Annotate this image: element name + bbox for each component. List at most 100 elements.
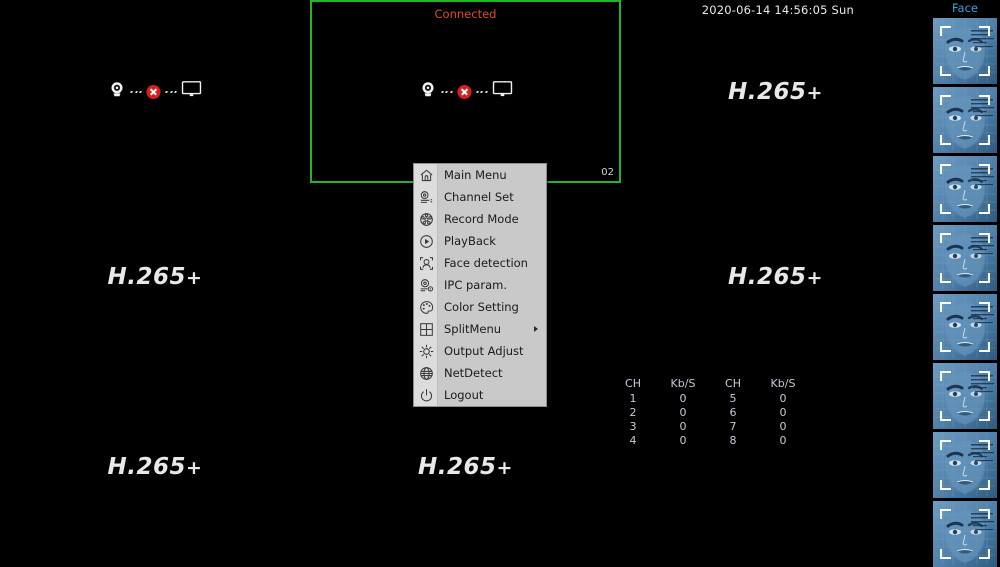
menu-item-ipc-param[interactable]: IPC param. — [414, 274, 546, 296]
net-stats-header-row: CH Kb/S CH Kb/S — [612, 377, 812, 392]
menu-item-record-mode[interactable]: Record Mode — [414, 208, 546, 230]
logout-icon — [414, 384, 438, 406]
net-stats-row: 1050 — [612, 392, 812, 406]
net-stats-channel: 7 — [729, 420, 737, 433]
link-status-indicator — [419, 81, 512, 103]
codec-watermark: H.265+ — [418, 454, 513, 480]
net-stats-row: 4 0 8 0 — [612, 434, 812, 448]
disconnect-x-icon — [457, 84, 471, 99]
codec-watermark: H.265+ — [108, 264, 203, 290]
video-cell-6[interactable]: H.265+ — [621, 183, 930, 371]
net-stats-rate: 0 — [679, 434, 687, 447]
codec-plus: + — [186, 457, 203, 479]
net-stats-channel: 8 — [729, 434, 737, 447]
menu-item-main-menu[interactable]: Main Menu — [414, 164, 546, 186]
link-status-indicator — [109, 81, 202, 103]
menu-item-color-setting[interactable]: Color Setting — [414, 296, 546, 318]
color-setting-icon — [414, 296, 438, 318]
face-panel-title: Face — [951, 1, 978, 15]
codec-label: H.265 — [107, 264, 187, 290]
net-stats-channel: 4 — [629, 434, 637, 447]
codec-label: H.265 — [728, 78, 807, 105]
channel-set-icon — [414, 186, 438, 208]
face-thumbnail[interactable] — [933, 432, 997, 498]
context-menu[interactable]: Main Menu Channel Set Record Mode PlayBack F… — [413, 163, 547, 407]
face-thumbnail[interactable] — [933, 156, 997, 222]
net-stats-rate: 0 — [779, 434, 787, 447]
menu-item-splitmenu[interactable]: SplitMenu — [414, 318, 546, 340]
codec-watermark: H.265+ — [728, 79, 823, 105]
codec-watermark: H.265+ — [108, 454, 203, 480]
net-stats-row: 3 0 7 0 — [612, 420, 812, 434]
menu-item-output-adjust[interactable]: Output Adjust — [414, 340, 546, 362]
codec-label: H.265 — [418, 454, 497, 480]
video-cell-4[interactable]: H.265+ — [0, 183, 310, 371]
network-throughput-table: CH Kb/S CH Kb/S 1050206030704080 — [612, 377, 812, 448]
playback-icon — [414, 230, 438, 252]
codec-label: H.265 — [728, 264, 807, 290]
camera-icon — [109, 81, 126, 103]
face-detection-icon — [414, 252, 438, 274]
record-mode-icon — [414, 208, 438, 230]
face-thumbnail[interactable] — [933, 294, 997, 360]
menu-item-playback[interactable]: PlayBack — [414, 230, 546, 252]
net-stats-rate: 0 — [679, 392, 687, 405]
channel-number: 02 — [601, 167, 614, 178]
net-stats-header: Kb/S — [670, 377, 696, 390]
menu-item-label: Output Adjust — [444, 344, 524, 358]
net-stats-channel: 1 — [629, 392, 637, 405]
datetime-display: 2020-06-14 14:56:05 Sun — [701, 3, 854, 17]
face-thumbnail-list[interactable] — [930, 18, 1000, 567]
face-thumbnail[interactable] — [933, 363, 997, 429]
net-stats-rate: 0 — [679, 420, 687, 433]
face-thumbnail[interactable] — [933, 501, 997, 567]
face-thumbnail[interactable] — [933, 18, 997, 84]
net-stats-channel: 6 — [729, 406, 737, 419]
menu-item-label: SplitMenu — [444, 322, 502, 336]
face-thumbnail[interactable] — [933, 87, 997, 153]
output-adjust-icon — [414, 340, 438, 362]
menu-item-netdetect[interactable]: NetDetect — [414, 362, 546, 384]
home-icon — [414, 164, 438, 186]
menu-item-label: Record Mode — [444, 212, 519, 226]
menu-item-label: Channel Set — [444, 190, 514, 204]
video-cell-7[interactable]: H.265+ — [0, 371, 310, 563]
net-stats-channel: 2 — [629, 406, 637, 419]
face-capture-panel: Face — [930, 0, 1000, 567]
menu-item-channel-set[interactable]: Channel Set — [414, 186, 546, 208]
monitor-icon — [492, 81, 512, 102]
net-stats-channel: 3 — [629, 420, 637, 433]
net-stats-rate: 0 — [779, 420, 787, 433]
disconnect-x-icon — [146, 84, 161, 99]
connection-status-label: Connected — [434, 7, 497, 21]
codec-plus: + — [186, 267, 203, 289]
menu-item-label: Face detection — [444, 256, 528, 270]
net-stats-channel: 5 — [729, 392, 737, 405]
codec-plus: + — [496, 457, 513, 479]
codec-plus: + — [806, 267, 823, 289]
video-cell-2[interactable]: Connected 02 — [310, 0, 621, 183]
net-stats-rate: 0 — [679, 406, 687, 419]
menu-item-label: NetDetect — [444, 366, 503, 380]
video-cell-3[interactable]: H.265+ — [621, 0, 930, 183]
net-stats-table: CH Kb/S CH Kb/S 1050206030704080 — [612, 377, 812, 448]
ipc-param-icon — [414, 274, 438, 296]
menu-item-label: Color Setting — [444, 300, 519, 314]
menu-item-label: Logout — [444, 388, 484, 402]
menu-item-label: IPC param. — [444, 278, 507, 292]
split-menu-icon — [414, 318, 438, 340]
face-thumbnail[interactable] — [933, 225, 997, 291]
net-stats-rate: 0 — [779, 392, 787, 405]
context-menu-items[interactable]: Main Menu Channel Set Record Mode PlayBack F… — [414, 164, 546, 406]
net-stats-header: CH — [625, 377, 641, 390]
menu-item-label: PlayBack — [444, 234, 496, 248]
net-detect-icon — [414, 362, 438, 384]
menu-item-logout[interactable]: Logout — [414, 384, 546, 406]
net-stats-row: 2060 — [612, 406, 812, 420]
net-stats-header: Kb/S — [770, 377, 796, 390]
video-cell-1[interactable] — [0, 0, 310, 183]
camera-icon — [419, 81, 436, 103]
menu-item-face-detection[interactable]: Face detection — [414, 252, 546, 274]
codec-watermark: H.265+ — [728, 264, 823, 290]
net-stats-rate: 0 — [779, 406, 787, 419]
